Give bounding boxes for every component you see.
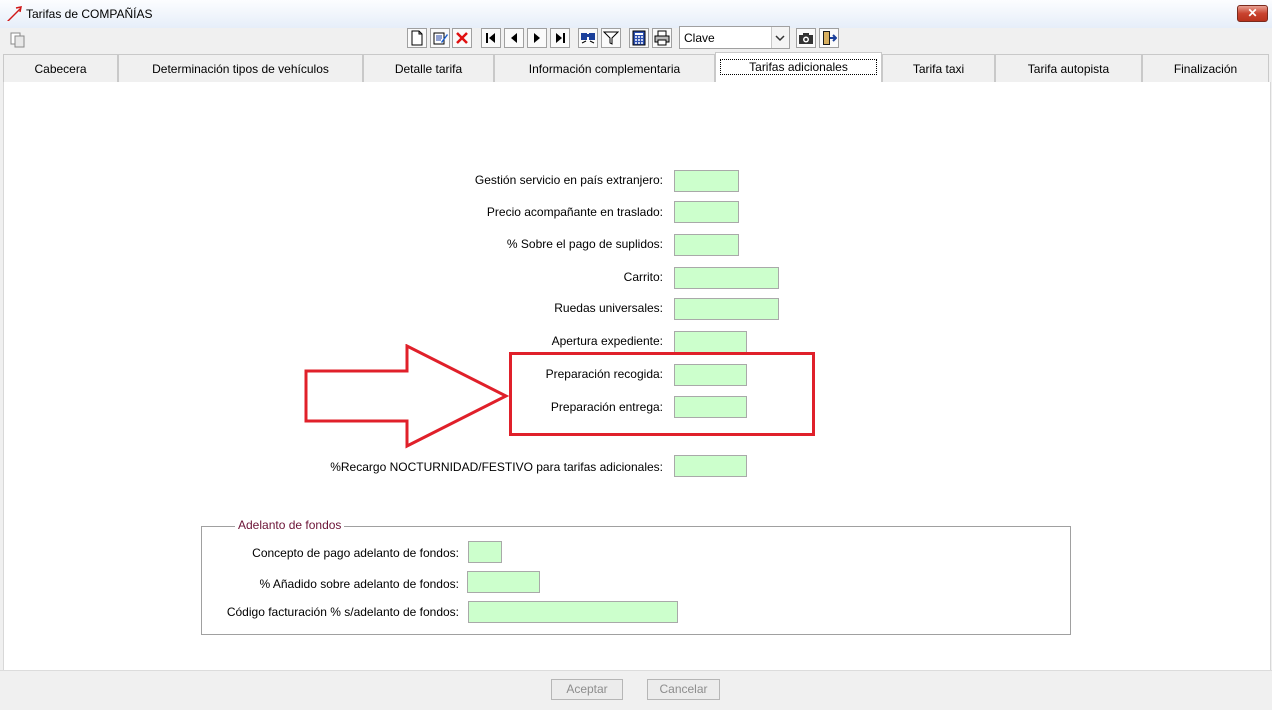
label-apertura-expediente: Apertura expediente:	[551, 334, 663, 348]
tab-tarifa-taxi[interactable]: Tarifa taxi	[882, 54, 995, 82]
label-codigo-facturacion-adelanto: Código facturación % s/adelanto de fondo…	[226, 605, 459, 619]
tab-tarifa-autopista[interactable]: Tarifa autopista	[995, 54, 1142, 82]
title-bar: Tarifas de COMPAÑÍAS ✕	[0, 0, 1272, 29]
edit-button[interactable]	[430, 28, 450, 48]
anadido-adelanto-input[interactable]	[467, 571, 540, 593]
last-icon	[556, 33, 565, 43]
camera-button[interactable]	[796, 28, 816, 48]
first-icon	[486, 33, 495, 43]
label-sobre-pago-suplidos: % Sobre el pago de suplidos:	[506, 237, 663, 251]
label-carrito: Carrito:	[623, 270, 663, 284]
clave-select[interactable]: Clave	[679, 26, 790, 49]
adelanto-fondos-title: Adelanto de fondos	[235, 518, 345, 532]
next-record-button[interactable]	[527, 28, 547, 48]
print-button[interactable]	[652, 28, 672, 48]
apertura-expediente-input[interactable]	[674, 331, 747, 353]
recargo-nocturnidad-input[interactable]	[674, 455, 747, 477]
exit-button[interactable]	[819, 28, 839, 48]
accept-button[interactable]: Aceptar	[551, 679, 623, 700]
concepto-pago-adelanto-input[interactable]	[468, 541, 502, 563]
close-button[interactable]: ✕	[1237, 5, 1268, 22]
chevron-down-icon[interactable]	[771, 27, 789, 48]
label-gestion-servicio-extranjero: Gestión servicio en país extranjero:	[474, 173, 663, 187]
prev-icon	[511, 33, 517, 43]
tab-content-panel: Gestión servicio en país extranjero: Pre…	[3, 82, 1271, 670]
label-recargo-nocturnidad: %Recargo NOCTURNIDAD/FESTIVO para tarifa…	[330, 460, 663, 474]
camera-icon	[799, 33, 813, 44]
tab-detalle-tarifa[interactable]: Detalle tarifa	[363, 54, 494, 82]
label-precio-acompanante: Precio acompañante en traslado:	[486, 205, 663, 219]
delete-button[interactable]	[452, 28, 472, 48]
filter-button[interactable]	[601, 28, 621, 48]
search-button[interactable]	[578, 28, 598, 48]
search-icon	[581, 33, 595, 44]
prev-record-button[interactable]	[504, 28, 524, 48]
label-anadido-adelanto: % Añadido sobre adelanto de fondos:	[259, 577, 460, 591]
window-title: Tarifas de COMPAÑÍAS	[26, 7, 153, 21]
edit-icon	[433, 32, 448, 45]
next-icon	[534, 33, 540, 43]
precio-acompanante-input[interactable]	[674, 201, 739, 223]
calculator-button[interactable]	[629, 28, 649, 48]
tab-tarifas-adicionales[interactable]: Tarifas adicionales	[715, 52, 882, 82]
app-icon	[7, 6, 22, 21]
clave-select-value: Clave	[684, 31, 715, 45]
exit-icon	[823, 31, 837, 45]
calculator-icon	[632, 30, 646, 46]
tab-cabecera[interactable]: Cabecera	[3, 54, 118, 82]
cancel-button[interactable]: Cancelar	[647, 679, 720, 700]
codigo-facturacion-adelanto-input[interactable]	[468, 601, 678, 623]
annotation-highlight-box	[509, 352, 815, 436]
sobre-pago-suplidos-input[interactable]	[674, 234, 739, 256]
delete-icon	[456, 32, 468, 44]
label-ruedas-universales: Ruedas universales:	[554, 301, 663, 315]
filter-icon	[603, 31, 619, 45]
ruedas-universales-input[interactable]	[674, 298, 779, 320]
tab-finalizacion[interactable]: Finalización	[1142, 54, 1269, 82]
bottom-button-bar: Aceptar Cancelar	[0, 670, 1272, 710]
copy-icon	[10, 32, 25, 48]
print-icon	[654, 30, 670, 46]
carrito-input[interactable]	[674, 267, 779, 289]
annotation-arrow	[304, 344, 510, 449]
gestion-servicio-extranjero-input[interactable]	[674, 170, 739, 192]
first-record-button[interactable]	[481, 28, 501, 48]
label-concepto-pago-adelanto: Concepto de pago adelanto de fondos:	[252, 546, 459, 560]
tab-informacion-complementaria[interactable]: Información complementaria	[494, 54, 715, 82]
copy-button[interactable]	[8, 30, 28, 50]
tab-determinacion-tipos-vehiculos[interactable]: Determinación tipos de vehículos	[118, 54, 363, 82]
last-record-button[interactable]	[550, 28, 570, 48]
new-doc-icon	[411, 30, 423, 46]
tab-bar: Cabecera Determinación tipos de vehículo…	[0, 52, 1272, 82]
new-button[interactable]	[407, 28, 427, 48]
toolbar: Clave	[0, 26, 1272, 54]
